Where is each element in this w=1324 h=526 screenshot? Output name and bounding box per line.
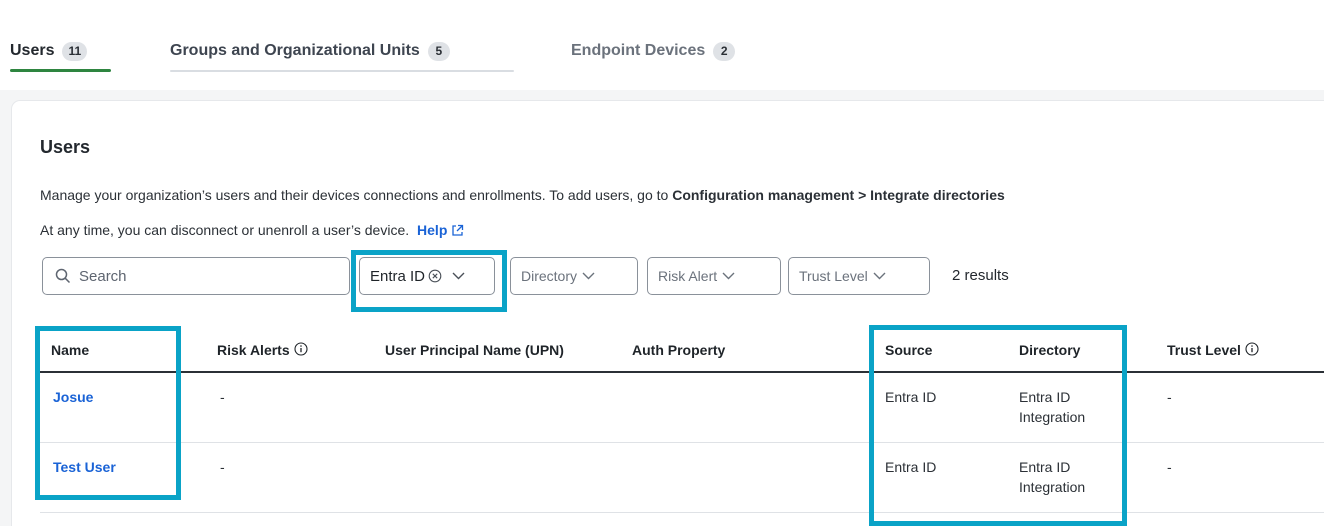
row-divider bbox=[40, 442, 1324, 443]
tab-groups-underline bbox=[170, 70, 514, 72]
help-link-label: Help bbox=[417, 222, 448, 238]
description-line-2: At any time, you can disconnect or unenr… bbox=[40, 222, 464, 238]
column-header-auth-property[interactable]: Auth Property bbox=[632, 342, 725, 358]
column-header-directory[interactable]: Directory bbox=[1019, 342, 1080, 358]
column-header-trust-level-label: Trust Level bbox=[1167, 342, 1241, 358]
row-divider bbox=[40, 512, 1324, 513]
risk-alert-filter-label: Risk Alert bbox=[658, 268, 718, 284]
directory-cell-line-2: Integration bbox=[1019, 479, 1086, 495]
user-name-link[interactable]: Josue bbox=[53, 387, 93, 407]
tab-bar: Users 11 Groups and Organizational Units… bbox=[0, 0, 1324, 90]
tab-endpoint-devices-label: Endpoint Devices bbox=[571, 42, 706, 59]
trust-level-filter-label: Trust Level bbox=[799, 268, 868, 284]
source-filter-value: Entra ID bbox=[370, 267, 426, 285]
tab-endpoint-devices-count-badge: 2 bbox=[713, 41, 736, 61]
tab-users-count-badge: 11 bbox=[62, 41, 88, 61]
directory-cell-line-1: Entra ID bbox=[1019, 459, 1071, 475]
tab-users-label: Users bbox=[10, 42, 55, 59]
trust-level-cell: - bbox=[1167, 459, 1172, 475]
description-line-1: Manage your organization’s users and the… bbox=[40, 187, 1005, 203]
description-line-2-text: At any time, you can disconnect or unenr… bbox=[40, 222, 410, 238]
directory-cell: Entra ID Integration bbox=[1019, 387, 1085, 427]
tab-groups-label: Groups and Organizational Units bbox=[170, 42, 420, 59]
trust-level-filter-dropdown[interactable]: Trust Level bbox=[788, 257, 930, 295]
directory-cell-line-1: Entra ID bbox=[1019, 389, 1071, 405]
active-tab-indicator bbox=[10, 69, 111, 72]
risk-alerts-cell: - bbox=[220, 459, 225, 475]
directory-cell: Entra ID Integration bbox=[1019, 457, 1085, 497]
user-name-link[interactable]: Test User bbox=[53, 457, 116, 477]
info-icon[interactable] bbox=[294, 342, 308, 356]
search-input[interactable] bbox=[79, 267, 329, 285]
source-cell: Entra ID bbox=[885, 389, 937, 405]
users-card: Users Manage your organization’s users a… bbox=[12, 101, 1324, 526]
risk-alert-filter-dropdown[interactable]: Risk Alert bbox=[647, 257, 781, 295]
help-link[interactable]: Help bbox=[417, 222, 464, 238]
results-count: 2 results bbox=[952, 267, 1009, 284]
chevron-down-icon bbox=[873, 272, 886, 280]
column-header-trust-level[interactable]: Trust Level bbox=[1167, 342, 1259, 358]
clear-circle-icon[interactable] bbox=[428, 269, 442, 283]
description-path: Configuration management > Integrate dir… bbox=[672, 187, 1005, 203]
tab-groups-and-organizational-units[interactable]: Groups and Organizational Units 5 bbox=[170, 40, 450, 62]
tab-users[interactable]: Users 11 bbox=[10, 40, 88, 62]
table-header-divider bbox=[40, 371, 1324, 373]
description-text: Manage your organization’s users and the… bbox=[40, 187, 673, 203]
source-cell: Entra ID bbox=[885, 459, 937, 475]
directory-cell-line-2: Integration bbox=[1019, 409, 1086, 425]
chevron-down-icon bbox=[582, 272, 595, 280]
search-icon bbox=[55, 268, 71, 284]
risk-alerts-cell: - bbox=[220, 389, 225, 405]
chevron-down-icon bbox=[452, 272, 465, 280]
search-box bbox=[42, 257, 350, 295]
chevron-down-icon bbox=[722, 272, 735, 280]
tab-groups-count-badge: 5 bbox=[427, 41, 450, 61]
directory-filter-label: Directory bbox=[521, 268, 578, 284]
source-filter-dropdown[interactable]: Entra ID bbox=[359, 257, 495, 295]
column-header-source[interactable]: Source bbox=[885, 342, 932, 358]
external-link-icon bbox=[452, 224, 464, 236]
column-header-name[interactable]: Name bbox=[51, 342, 89, 358]
directory-filter-dropdown[interactable]: Directory bbox=[510, 257, 638, 295]
column-header-risk-alerts-label: Risk Alerts bbox=[217, 342, 290, 358]
info-icon[interactable] bbox=[1245, 342, 1259, 356]
tab-endpoint-devices[interactable]: Endpoint Devices 2 bbox=[571, 40, 736, 62]
column-header-upn[interactable]: User Principal Name (UPN) bbox=[385, 342, 564, 358]
card-title: Users bbox=[40, 137, 91, 157]
column-header-risk-alerts[interactable]: Risk Alerts bbox=[217, 342, 308, 358]
trust-level-cell: - bbox=[1167, 389, 1172, 405]
